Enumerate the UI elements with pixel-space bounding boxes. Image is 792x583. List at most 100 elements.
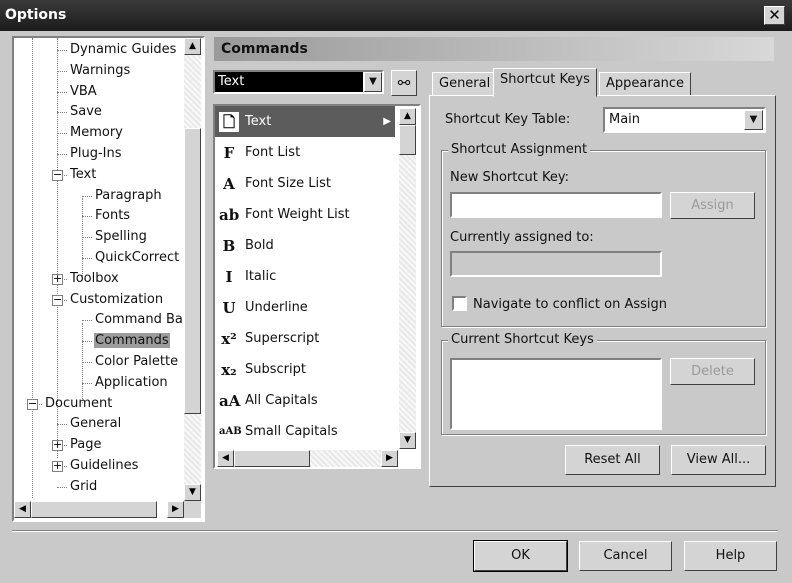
category-select[interactable]: Text ▼	[213, 70, 384, 94]
help-button[interactable]: Help	[684, 541, 777, 571]
tree-item-label: Grid	[70, 478, 98, 494]
command-list-item[interactable]: 🗋 Text ▶	[215, 106, 395, 137]
tree-item[interactable]: Save	[69, 102, 103, 122]
tree-item-label: QuickCorrect	[95, 250, 180, 265]
tree-connector	[82, 258, 92, 259]
tree-item[interactable]: Spelling	[94, 227, 148, 247]
navigate-conflict-label[interactable]: Navigate to conflict on Assign	[473, 297, 667, 313]
list-hscroll-thumb[interactable]	[234, 450, 310, 467]
command-list-item[interactable]: I Italic	[215, 261, 395, 292]
command-list-item[interactable]: A Font Size List	[215, 168, 395, 199]
tree-scroll-thumb[interactable]	[184, 128, 201, 414]
delete-button[interactable]: Delete	[670, 358, 755, 385]
list-scroll-down-button[interactable]: ▼	[399, 432, 416, 449]
tree-item[interactable]: Fonts	[94, 206, 131, 226]
category-select-value: Text	[215, 72, 363, 92]
shortcut-table-label: Shortcut Key Table:	[445, 112, 571, 127]
tree-item[interactable]: Warnings	[69, 61, 131, 81]
current-shortcut-keys-list[interactable]	[450, 358, 662, 430]
tree-scroll-left-button[interactable]: ◀	[14, 501, 31, 518]
tree-item[interactable]: Paragraph	[94, 186, 163, 206]
shortcut-keys-page: Shortcut Key Table: Main ▼ Shortcut Assi…	[429, 95, 776, 487]
navigate-conflict-checkbox[interactable]	[452, 296, 467, 311]
tree-item-label: Color Palette	[95, 354, 179, 369]
tree-connector	[57, 91, 67, 93]
tree-item[interactable]: Memory	[69, 123, 124, 143]
tree-item[interactable]: Guidelines	[69, 456, 139, 476]
commands-header: Commands	[214, 37, 774, 61]
command-list-item[interactable]: aAB Small Capitals	[215, 416, 395, 446]
list-scroll-track[interactable]	[399, 155, 416, 432]
command-icon: F	[223, 144, 235, 162]
view-all-button[interactable]: View All...	[671, 445, 766, 475]
tree-scroll-right-button[interactable]: ▶	[167, 501, 184, 518]
tree-item[interactable]: Application	[94, 373, 169, 393]
list-scroll-right-button[interactable]: ▶	[381, 450, 398, 467]
chevron-down-icon[interactable]: ▼	[744, 110, 763, 130]
assign-button[interactable]: Assign	[670, 192, 755, 219]
tree-item[interactable]: Grid	[69, 477, 98, 497]
tree-item-label: Customization	[70, 291, 164, 307]
current-shortcut-keys-label: Current Shortcut Keys	[448, 332, 597, 348]
tree-item[interactable]: General	[69, 414, 122, 434]
close-button[interactable]: ✕	[764, 6, 785, 25]
tree-scroll-up-button[interactable]: ▲	[184, 38, 201, 55]
tree-item-label: Commands	[94, 333, 170, 349]
tree-item[interactable]: Plug-Ins	[69, 144, 122, 164]
tree-item-label: Page	[70, 437, 102, 453]
command-label: Small Capitals	[245, 424, 338, 439]
command-icon: aAB	[219, 426, 242, 437]
tab-shortcut-keys[interactable]: Shortcut Keys	[493, 68, 597, 97]
window-title: Options	[5, 7, 67, 23]
cancel-button[interactable]: Cancel	[579, 541, 672, 571]
command-label: Bold	[245, 238, 274, 253]
tree-hscroll-thumb[interactable]	[31, 501, 157, 518]
tree-item-label: Dynamic Guides	[70, 42, 177, 57]
options-tree[interactable]: Dynamic Guides Warnings VBA Save Memory Plug-…	[12, 36, 205, 522]
command-list-item[interactable]: F Font List	[215, 137, 395, 168]
command-list[interactable]: 🗋 Text ▶ F Font List A Font Size List ab Font We…	[213, 104, 421, 469]
tab-general[interactable]: General	[432, 72, 498, 96]
command-label: Font Weight List	[245, 207, 350, 222]
tree-item[interactable]: VBA	[69, 82, 98, 102]
tree-item[interactable]: Commands	[94, 331, 170, 351]
new-shortcut-key-input[interactable]	[450, 192, 662, 218]
command-list-item[interactable]: B Bold	[215, 230, 395, 261]
tree-item[interactable]: Text	[69, 165, 97, 185]
binoculars-icon[interactable]: ⚯	[391, 70, 417, 96]
tree-item[interactable]: Command Bars	[94, 310, 196, 330]
reset-all-button[interactable]: Reset All	[565, 445, 660, 475]
list-scroll-up-button[interactable]: ▲	[399, 108, 416, 125]
collapse-icon[interactable]: −	[52, 294, 63, 306]
shortcut-table-select[interactable]: Main ▼	[603, 107, 766, 133]
command-list-item[interactable]: x² Superscript	[215, 323, 395, 354]
list-scroll-thumb[interactable]	[399, 125, 416, 155]
tree-scroll-down-button[interactable]: ▼	[184, 484, 201, 501]
tab-appearance[interactable]: Appearance	[599, 72, 692, 96]
tree-item[interactable]: Dynamic Guides	[69, 40, 177, 60]
command-list-item[interactable]: ab Font Weight List	[215, 199, 395, 230]
list-hscroll-track[interactable]	[310, 450, 381, 467]
collapse-icon[interactable]: −	[52, 169, 63, 181]
tree-item[interactable]: Toolbox	[69, 269, 120, 289]
command-list-item[interactable]: U Underline	[215, 292, 395, 323]
tree-item[interactable]: Customization	[69, 290, 164, 310]
tree-item[interactable]: QuickCorrect	[94, 248, 180, 268]
tree-item[interactable]: Document	[44, 394, 113, 414]
tree-connector	[57, 70, 67, 72]
list-scroll-left-button[interactable]: ◀	[217, 450, 234, 467]
tree-item[interactable]: Color Palette	[94, 352, 179, 372]
command-list-item[interactable]: aA All Capitals	[215, 385, 395, 416]
expand-icon[interactable]: +	[52, 439, 63, 452]
chevron-down-icon[interactable]: ▼	[364, 72, 382, 92]
ok-button[interactable]: OK	[473, 540, 568, 572]
currently-assigned-field	[450, 251, 662, 277]
tree-connector	[57, 486, 67, 488]
command-label: Subscript	[245, 362, 306, 377]
tree-item[interactable]: Page	[69, 435, 102, 455]
command-list-item[interactable]: x₂ Subscript	[215, 354, 395, 385]
expand-icon[interactable]: +	[52, 273, 63, 285]
collapse-icon[interactable]: −	[27, 398, 38, 410]
command-icon: x₂	[221, 361, 237, 379]
expand-icon[interactable]: +	[52, 460, 63, 472]
